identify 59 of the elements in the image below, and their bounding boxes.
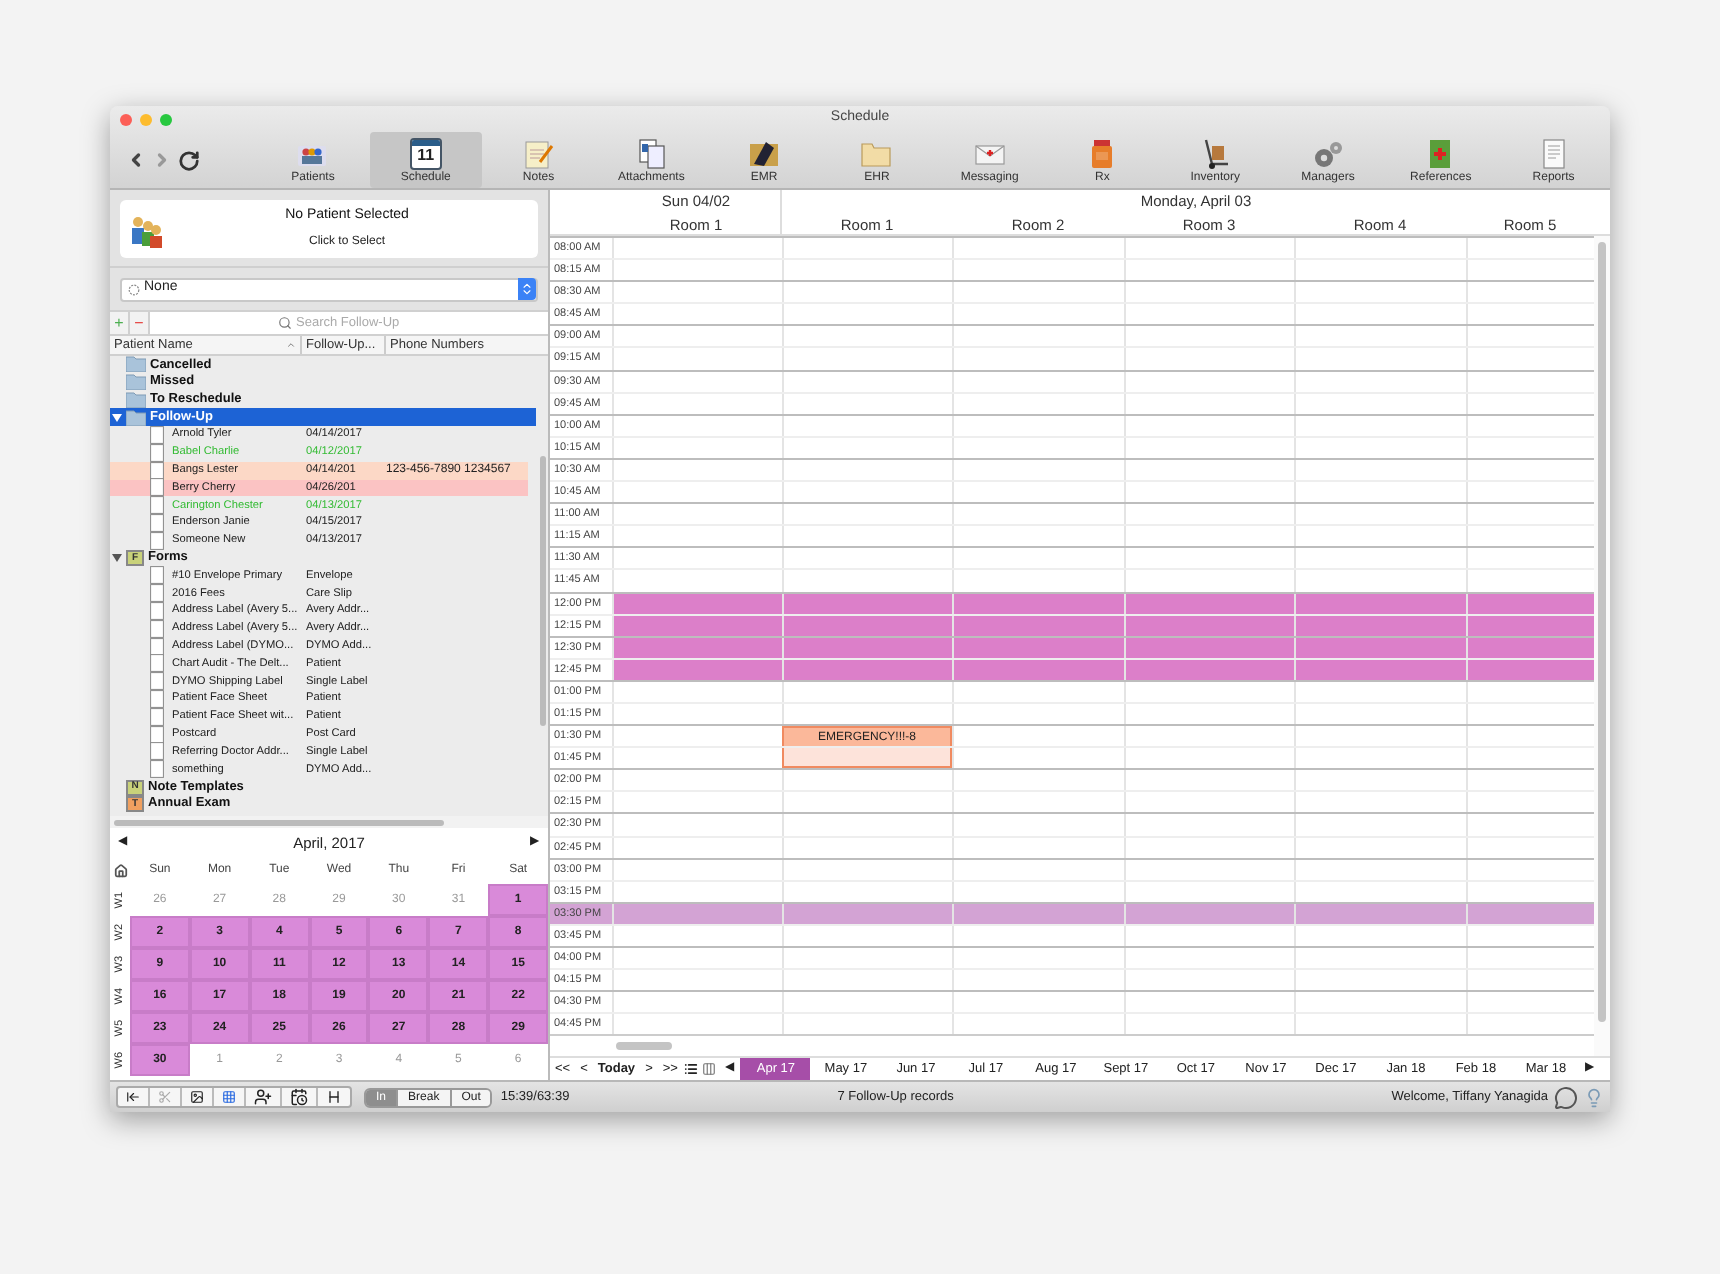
blocked-time-cell[interactable]: [612, 615, 782, 636]
blocked-time-cell[interactable]: [1294, 615, 1466, 636]
home-icon[interactable]: [113, 864, 127, 878]
calendar-icon: 11: [409, 137, 442, 169]
highlighted-time-cell[interactable]: [782, 903, 952, 924]
list-view-icon[interactable]: [684, 1062, 699, 1076]
notepad-icon: [522, 137, 555, 169]
scrollbar-thumb[interactable]: [1598, 242, 1606, 1022]
blocked-time-cell[interactable]: [952, 659, 1124, 680]
blocked-time-cell[interactable]: [1124, 593, 1294, 614]
blocked-time-cell[interactable]: [1466, 637, 1594, 658]
blocked-time-cell[interactable]: [1294, 637, 1466, 658]
sort-icon[interactable]: [286, 340, 296, 350]
blocked-time-cell[interactable]: [782, 615, 952, 636]
people-icon: [128, 211, 164, 247]
blocked-time-cell[interactable]: [952, 637, 1124, 658]
appointment-body[interactable]: [782, 748, 952, 769]
folder-icon: [748, 137, 781, 169]
blocked-time-cell[interactable]: [1124, 637, 1294, 658]
zoom-button[interactable]: [160, 113, 172, 125]
blocked-time-cell[interactable]: [1294, 593, 1466, 614]
scrollbar-thumb[interactable]: [539, 456, 545, 726]
highlighted-time-cell[interactable]: [1466, 903, 1594, 924]
blocked-time-cell[interactable]: [1466, 659, 1594, 680]
chat-bubble-icon[interactable]: [1554, 1085, 1578, 1109]
blocked-time-cell[interactable]: [782, 593, 952, 614]
document-icon: [1537, 137, 1570, 169]
highlighted-time-cell[interactable]: [612, 903, 782, 924]
blocked-time-cell[interactable]: [782, 637, 952, 658]
blocked-time-cell[interactable]: [612, 637, 782, 658]
minimize-button[interactable]: [140, 113, 152, 125]
blocked-time-cell[interactable]: [952, 593, 1124, 614]
blocked-time-cell[interactable]: [612, 659, 782, 680]
refresh-icon[interactable]: [178, 149, 200, 171]
close-button[interactable]: [120, 113, 132, 125]
blocked-time-cell[interactable]: [1294, 659, 1466, 680]
documents-icon: [635, 137, 668, 169]
disclosure-triangle-icon[interactable]: [111, 554, 121, 563]
disclosure-triangle-icon[interactable]: [111, 413, 121, 422]
search-icon: [278, 316, 292, 330]
highlighted-time-cell[interactable]: [952, 903, 1124, 924]
highlighted-time-cell[interactable]: [1124, 903, 1294, 924]
circle-icon: [128, 283, 140, 295]
highlighted-time-cell[interactable]: [1294, 903, 1466, 924]
hand-truck-icon: [1199, 137, 1232, 169]
gears-icon: [1312, 137, 1344, 169]
blocked-time-cell[interactable]: [1466, 615, 1594, 636]
scrollbar-thumb[interactable]: [616, 1042, 672, 1051]
folder-icon: [860, 137, 893, 169]
blocked-time-cell[interactable]: [1124, 615, 1294, 636]
blocked-time-cell[interactable]: [1124, 659, 1294, 680]
remove-button[interactable]: −: [130, 312, 150, 334]
blocked-time-cell[interactable]: [1466, 593, 1594, 614]
blocked-time-cell[interactable]: [782, 659, 952, 680]
dropdown-stepper-icon: [518, 278, 536, 300]
blocked-time-cell[interactable]: [612, 593, 782, 614]
back-icon[interactable]: [126, 150, 146, 170]
blocked-time-cell[interactable]: [952, 615, 1124, 636]
scrollbar-thumb[interactable]: [114, 819, 444, 825]
